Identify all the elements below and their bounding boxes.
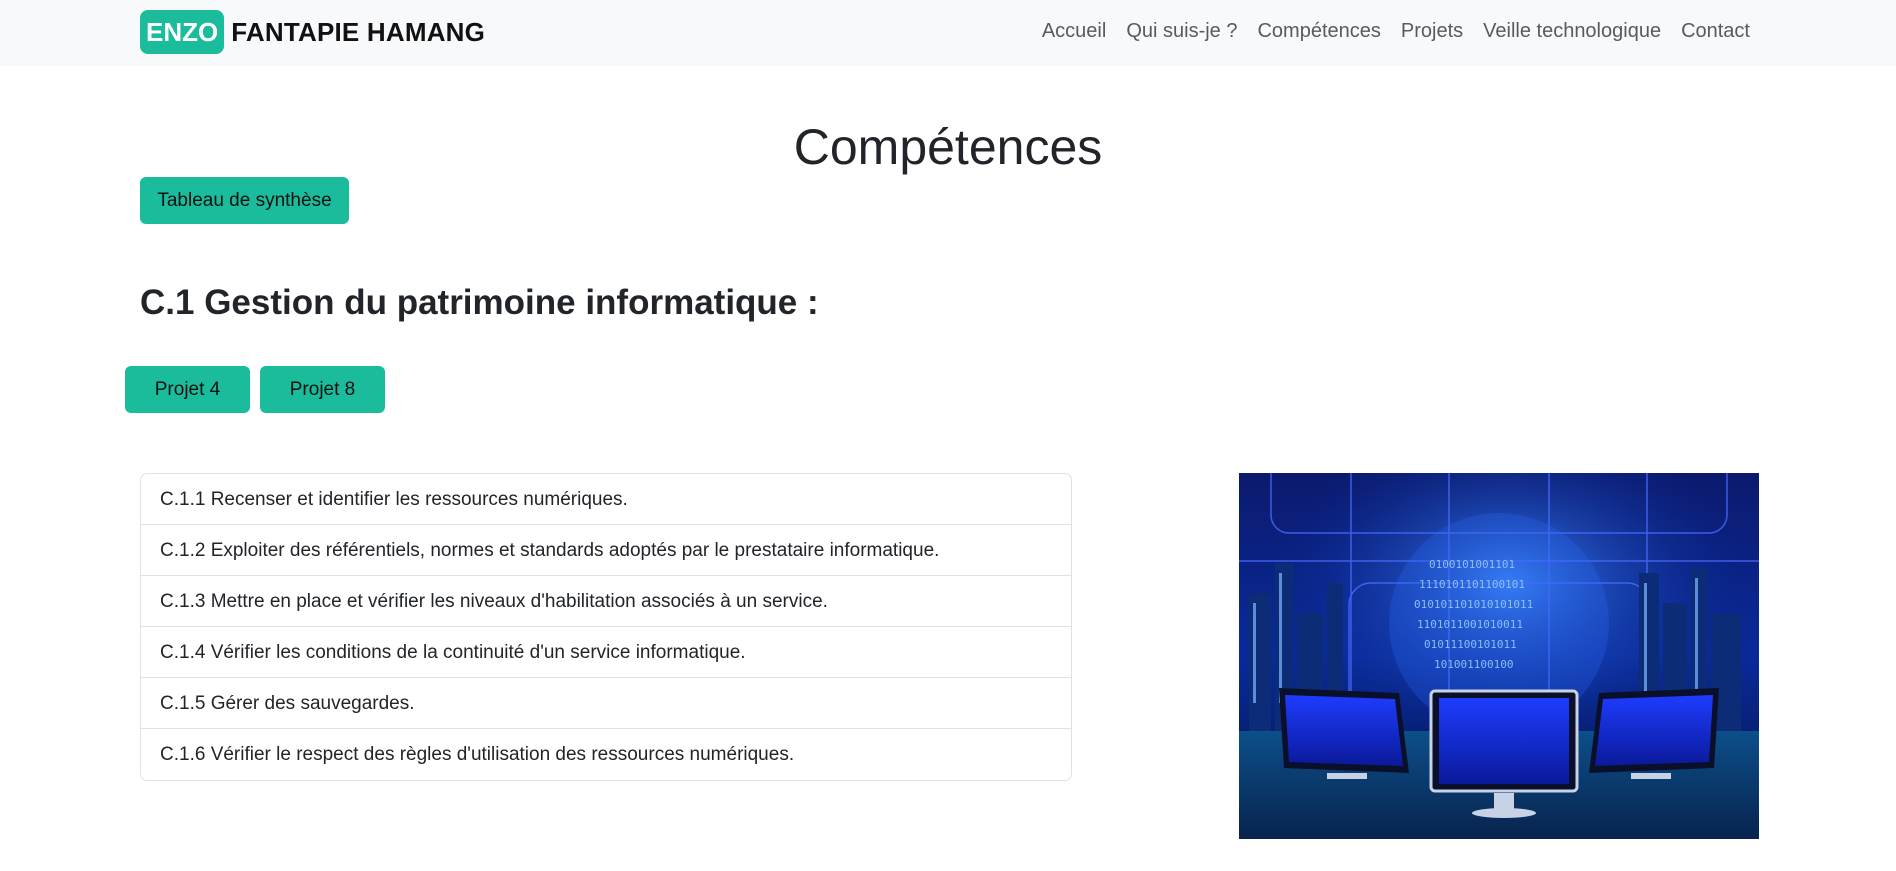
nav-links: Accueil Qui suis-je ? Compétences Projet… [1042, 20, 1750, 43]
city-computers-image: 0100101001101 1110101101100101 010101101… [1239, 473, 1759, 839]
list-item: C.1.2 Exploiter des référentiels, normes… [141, 525, 1071, 576]
brand-name: FANTAPIE HAMANG [231, 16, 486, 47]
list-item: C.1.5 Gérer des sauvegardes. [141, 678, 1071, 729]
competence-list: C.1.1 Recenser et identifier les ressour… [140, 473, 1072, 781]
section-title: C.1 Gestion du patrimoine informatique : [140, 283, 819, 322]
nav-link-projets[interactable]: Projets [1401, 20, 1463, 43]
svg-text:010101101010101011: 010101101010101011 [1414, 598, 1533, 611]
page-title: Compétences [793, 119, 1103, 175]
nav-link-contact[interactable]: Contact [1681, 20, 1750, 43]
synthesis-table-button[interactable]: Tableau de synthèse [140, 177, 349, 224]
navbar: ENZO FANTAPIE HAMANG Accueil Qui suis-je… [0, 0, 1896, 66]
list-item: C.1.4 Vérifier les conditions de la cont… [141, 627, 1071, 678]
list-item: C.1.6 Vérifier le respect des règles d'u… [160, 744, 795, 765]
list-item: C.1.3 Mettre en place et vérifier les ni… [141, 576, 1071, 627]
nav-link-accueil[interactable]: Accueil [1042, 20, 1106, 43]
project-4-button[interactable]: Projet 4 [125, 366, 250, 413]
digital-city-illustration: 0100101001101 1110101101100101 010101101… [1239, 473, 1759, 839]
svg-text:1101011001010011: 1101011001010011 [1417, 618, 1523, 631]
nav-link-qui-suis-je[interactable]: Qui suis-je ? [1126, 20, 1237, 43]
nav-link-veille-technologique[interactable]: Veille technologique [1483, 20, 1661, 43]
svg-text:01011100101011: 01011100101011 [1424, 638, 1517, 651]
list-item: C.1.1 Recenser et identifier les ressour… [141, 474, 1071, 525]
project-8-button[interactable]: Projet 8 [260, 366, 385, 413]
brand-badge: ENZO [140, 10, 225, 54]
svg-text:1110101101100101: 1110101101100101 [1419, 578, 1525, 591]
svg-text:101001100100: 101001100100 [1434, 658, 1513, 671]
brand-logo[interactable]: ENZO FANTAPIE HAMANG [140, 10, 485, 54]
svg-text:0100101001101: 0100101001101 [1429, 558, 1515, 571]
nav-link-competences[interactable]: Compétences [1257, 20, 1380, 43]
